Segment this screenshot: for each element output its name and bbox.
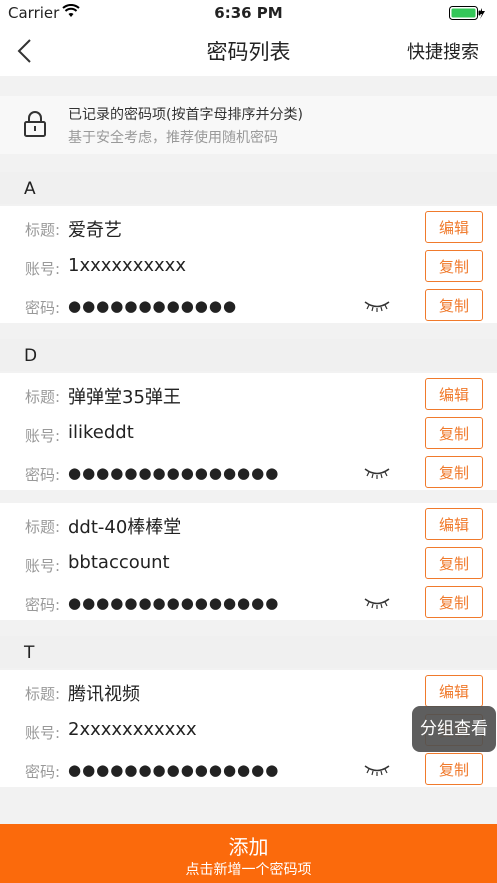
account-row: 账号: ilikeddt 复制: [0, 414, 497, 453]
title-row: 标题: ddt-40棒棒堂 编辑: [0, 505, 497, 544]
copy-account-button[interactable]: 复制: [425, 547, 483, 579]
entry-password-mask: ●●●●●●●●●●●●●●●: [68, 594, 280, 612]
copy-account-button[interactable]: 复制: [425, 417, 483, 449]
entry-title: 弹弹堂35弹王: [68, 387, 181, 408]
section-letter: D: [24, 346, 38, 366]
title-label: 标题:: [25, 388, 61, 406]
lock-icon: [24, 111, 46, 137]
entry-password-mask: ●●●●●●●●●●●●●●●: [68, 464, 280, 482]
copy-password-button[interactable]: 复制: [425, 753, 483, 785]
entry-title: 腾讯视频: [68, 684, 140, 705]
account-label: 账号:: [25, 557, 61, 575]
copy-password-button[interactable]: 复制: [425, 289, 483, 321]
password-row: 密码: ●●●●●●●●●●●● 复制: [0, 286, 497, 325]
password-row: 密码: ●●●●●●●●●●●●●●● 复制: [0, 583, 497, 622]
security-notice: 已记录的密码项(按首字母排序并分类) 基于安全考虑，推荐使用随机密码: [0, 96, 497, 154]
eye-closed-icon[interactable]: [364, 763, 390, 777]
title-row: 标题: 弹弹堂35弹王 编辑: [0, 375, 497, 414]
eye-closed-icon[interactable]: [364, 596, 390, 610]
eye-closed-icon[interactable]: [364, 299, 390, 313]
password-label: 密码:: [25, 466, 61, 484]
status-time: 6:36 PM: [214, 4, 283, 22]
entry-account: 1xxxxxxxxxx: [68, 255, 186, 276]
entry-account: ilikeddt: [68, 422, 134, 443]
section-header-a: A: [0, 172, 497, 204]
edit-button[interactable]: 编辑: [425, 675, 483, 707]
title-label: 标题:: [25, 685, 61, 703]
nav-bar: 密码列表 快捷搜索: [0, 26, 497, 76]
add-button-hint: 点击新增一个密码项: [185, 862, 312, 878]
group-view-button[interactable]: 分组查看: [412, 706, 496, 752]
entry-account: bbtaccount: [68, 552, 170, 573]
notice-title: 已记录的密码项(按首字母排序并分类): [68, 107, 303, 123]
account-row: 账号: 1xxxxxxxxxx 复制: [0, 247, 497, 286]
password-card: 标题: ddt-40棒棒堂 编辑 账号: bbtaccount 复制 密码: ●…: [0, 503, 497, 620]
notice-subtitle: 基于安全考虑，推荐使用随机密码: [68, 130, 278, 146]
entry-account: 2xxxxxxxxxxx: [68, 719, 197, 740]
title-label: 标题:: [25, 518, 61, 536]
title-row: 标题: 爱奇艺 编辑: [0, 208, 497, 247]
password-row: 密码: ●●●●●●●●●●●●●●● 复制: [0, 453, 497, 492]
password-label: 密码:: [25, 763, 61, 781]
copy-password-button[interactable]: 复制: [425, 586, 483, 618]
password-label: 密码:: [25, 299, 61, 317]
entry-password-mask: ●●●●●●●●●●●●: [68, 297, 238, 315]
edit-button[interactable]: 编辑: [425, 508, 483, 540]
account-label: 账号:: [25, 724, 61, 742]
password-row: 密码: ●●●●●●●●●●●●●●● 复制: [0, 750, 497, 789]
quick-search-button[interactable]: 快捷搜索: [407, 38, 479, 64]
account-label: 账号:: [25, 260, 61, 278]
section-header-t: T: [0, 636, 497, 668]
status-bar: Carrier 6:36 PM: [0, 0, 497, 26]
title-label: 标题:: [25, 221, 61, 239]
add-button[interactable]: 添加 点击新增一个密码项: [0, 824, 497, 883]
edit-button[interactable]: 编辑: [425, 378, 483, 410]
entry-title: 爱奇艺: [68, 220, 122, 241]
entry-password-mask: ●●●●●●●●●●●●●●●: [68, 761, 280, 779]
section-letter: A: [24, 179, 36, 199]
password-card: 标题: 爱奇艺 编辑 账号: 1xxxxxxxxxx 复制 密码: ●●●●●●…: [0, 206, 497, 323]
section-header-d: D: [0, 339, 497, 371]
eye-closed-icon[interactable]: [364, 466, 390, 480]
battery-icon: [449, 6, 485, 20]
section-letter: T: [24, 643, 35, 663]
add-button-label: 添加: [228, 835, 269, 859]
account-label: 账号:: [25, 427, 61, 445]
entry-title: ddt-40棒棒堂: [68, 517, 182, 538]
password-label: 密码:: [25, 596, 61, 614]
edit-button[interactable]: 编辑: [425, 211, 483, 243]
copy-account-button[interactable]: 复制: [425, 250, 483, 282]
copy-password-button[interactable]: 复制: [425, 456, 483, 488]
account-row: 账号: bbtaccount 复制: [0, 544, 497, 583]
password-card: 标题: 弹弹堂35弹王 编辑 账号: ilikeddt 复制 密码: ●●●●●…: [0, 373, 497, 490]
